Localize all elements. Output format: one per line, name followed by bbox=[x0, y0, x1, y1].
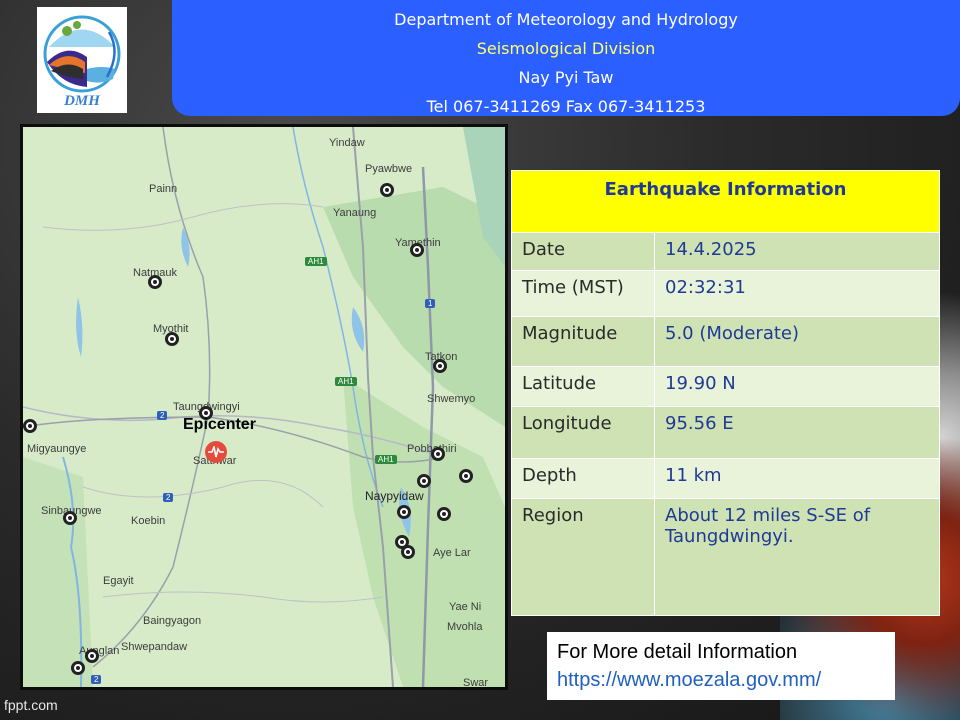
town-pin[interactable] bbox=[433, 359, 447, 373]
town-pin[interactable] bbox=[410, 243, 424, 257]
place-shwemyo: Shwemyo bbox=[427, 393, 476, 405]
place-baingyagon: Baingyagon bbox=[143, 615, 202, 627]
table-row: Magnitude 5.0 (Moderate) bbox=[511, 316, 940, 367]
table-row: Date 14.4.2025 bbox=[511, 232, 940, 271]
more-info-box: For More detail Information https://www.… bbox=[547, 632, 895, 700]
row-key-time: Time (MST) bbox=[511, 270, 655, 317]
epicenter-map[interactable]: Yindaw Pyawbwe Yanaung Painn Natmauk Yam… bbox=[23, 127, 505, 687]
city-name: Nay Pyi Taw bbox=[518, 68, 614, 87]
table-row: Time (MST) 02:32:31 bbox=[511, 270, 940, 317]
row-key-magnitude: Magnitude bbox=[511, 316, 655, 367]
town-pin[interactable] bbox=[459, 469, 473, 483]
dmh-logo: DMH bbox=[37, 7, 127, 113]
table-row: Region About 12 miles S-SE of Taungdwing… bbox=[511, 498, 940, 616]
town-pin[interactable] bbox=[417, 474, 431, 488]
town-pin[interactable] bbox=[63, 511, 77, 525]
town-pin[interactable] bbox=[397, 505, 411, 519]
row-key-region: Region bbox=[511, 498, 655, 616]
row-value-longitude: 95.56 E bbox=[654, 406, 940, 459]
place-swar: Swar bbox=[463, 677, 489, 687]
place-mvohla: Mvohla bbox=[447, 621, 483, 633]
place-painn: Painn bbox=[149, 183, 178, 195]
map-terrain bbox=[23, 127, 505, 687]
department-name: Department of Meteorology and Hydrology bbox=[394, 10, 738, 29]
place-naypyidaw: Naypyidaw bbox=[365, 489, 424, 503]
table-title: Earthquake Information bbox=[511, 170, 940, 233]
row-value-magnitude: 5.0 (Moderate) bbox=[654, 316, 940, 367]
town-pin[interactable] bbox=[165, 332, 179, 346]
table-row: Depth 11 km bbox=[511, 458, 940, 499]
road-shield-ah1: AH1 bbox=[305, 257, 327, 266]
road-shield-2: 2 bbox=[157, 411, 168, 420]
road-shield-ah1: AH1 bbox=[335, 377, 357, 386]
row-value-depth: 11 km bbox=[654, 458, 940, 499]
place-shwepandaw: Shwepandaw bbox=[121, 641, 188, 653]
road-shield-ah1: AH1 bbox=[375, 455, 397, 464]
row-key-depth: Depth bbox=[511, 458, 655, 499]
division-name: Seismological Division bbox=[476, 39, 656, 58]
place-egayit: Egayit bbox=[103, 575, 134, 587]
table-row: Longitude 95.56 E bbox=[511, 406, 940, 459]
place-yindaw: Yindaw bbox=[329, 137, 365, 149]
road-shield-2: 2 bbox=[91, 675, 102, 684]
map-frame: Yindaw Pyawbwe Yanaung Painn Natmauk Yam… bbox=[20, 124, 508, 690]
more-info-link[interactable]: https://www.moezala.gov.mm/ bbox=[557, 666, 885, 694]
table-row: Latitude 19.90 N bbox=[511, 366, 940, 407]
header-banner: Department of Meteorology and Hydrology … bbox=[172, 0, 960, 116]
road-shield-1: 1 bbox=[425, 299, 436, 308]
place-pyawbwe: Pyawbwe bbox=[365, 163, 413, 175]
place-yanaung: Yanaung bbox=[333, 207, 377, 219]
earthquake-info-table: Earthquake Information Date 14.4.2025 Ti… bbox=[511, 170, 940, 616]
row-value-time: 02:32:31 bbox=[654, 270, 940, 317]
town-pin[interactable] bbox=[380, 183, 394, 197]
row-key-longitude: Longitude bbox=[511, 406, 655, 459]
town-pin[interactable] bbox=[437, 507, 451, 521]
watermark: fppt.com bbox=[4, 697, 58, 713]
town-pin[interactable] bbox=[148, 275, 162, 289]
town-pin[interactable] bbox=[401, 545, 415, 559]
epicenter-marker-icon[interactable] bbox=[205, 441, 227, 463]
row-key-latitude: Latitude bbox=[511, 366, 655, 407]
row-value-date: 14.4.2025 bbox=[654, 232, 940, 271]
contact-info: Tel 067-3411269 Fax 067-3411253 bbox=[426, 97, 706, 116]
road-shield-2: 2 bbox=[163, 493, 174, 502]
row-key-date: Date bbox=[511, 232, 655, 271]
epicenter-label: Epicenter bbox=[183, 416, 256, 433]
row-value-region: About 12 miles S-SE of Taungdwingyi. bbox=[654, 498, 940, 616]
place-ayelar: Aye Lar bbox=[433, 547, 471, 559]
town-pin[interactable] bbox=[23, 419, 37, 433]
row-value-latitude: 19.90 N bbox=[654, 366, 940, 407]
place-migyaungye: Migyaungye bbox=[27, 443, 87, 455]
town-pin[interactable] bbox=[71, 661, 85, 675]
town-pin[interactable] bbox=[85, 649, 99, 663]
place-koebin: Koebin bbox=[131, 515, 166, 527]
more-info-title: For More detail Information bbox=[557, 641, 798, 663]
place-yaeni: Yae Ni bbox=[449, 601, 482, 613]
town-pin[interactable] bbox=[431, 447, 445, 461]
logo-text: DMH bbox=[64, 93, 100, 109]
